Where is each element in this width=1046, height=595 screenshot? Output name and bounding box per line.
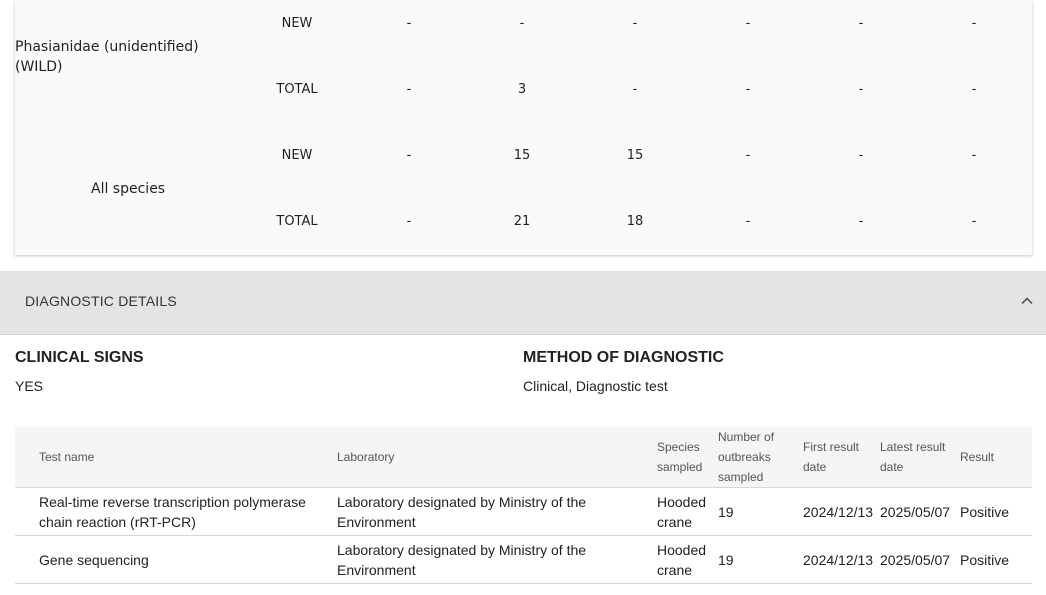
table-cell: 15 — [513, 148, 531, 163]
column-header-first-result-date: First result date — [801, 427, 878, 488]
table-header-row: Test name Laboratory Species sampled Num… — [15, 427, 1032, 488]
first-date-cell: 2024/12/13 — [801, 535, 878, 584]
result-cell: Positive — [958, 487, 1032, 536]
latest-date-cell: 2025/05/07 — [878, 535, 958, 584]
clinical-signs-value: YES — [15, 378, 44, 394]
table-cell: - — [406, 82, 412, 97]
table-cell: - — [971, 148, 977, 163]
row-label-total: TOTAL — [276, 214, 318, 229]
table-cell: 3 — [517, 82, 527, 97]
column-header-outbreaks-sampled: Number of outbreaks sampled — [716, 427, 801, 488]
row-label-total: TOTAL — [276, 82, 318, 97]
column-header-laboratory: Laboratory — [335, 427, 655, 488]
test-name-cell: Gene sequencing — [15, 535, 335, 584]
table-cell: - — [519, 16, 525, 31]
table-cell: - — [745, 82, 751, 97]
species-cell: Hooded crane — [655, 535, 716, 584]
clinical-signs-label: CLINICAL SIGNS — [15, 349, 144, 366]
table-cell: - — [632, 16, 638, 31]
test-name-cell: Real-time reverse transcription polymera… — [15, 487, 335, 536]
table-cell: - — [745, 16, 751, 31]
table-cell: - — [971, 214, 977, 229]
table-row: Real-time reverse transcription polymera… — [15, 487, 1032, 536]
column-header-test-name: Test name — [15, 427, 335, 488]
result-cell: Positive — [958, 535, 1032, 584]
species-name: All species — [91, 181, 166, 197]
table-cell: - — [745, 214, 751, 229]
table-row: Gene sequencing Laboratory designated by… — [15, 535, 1032, 584]
table-cell: 15 — [626, 148, 644, 163]
latest-date-cell: 2025/05/07 — [878, 487, 958, 536]
column-header-species-sampled: Species sampled — [655, 427, 716, 488]
species-name: Phasianidae (unidentified) (WILD) — [15, 39, 199, 75]
column-header-latest-result-date: Latest result date — [878, 427, 958, 488]
table-cell: - — [971, 16, 977, 31]
diagnostic-tests-table: Test name Laboratory Species sampled Num… — [15, 427, 1032, 584]
laboratory-cell: Laboratory designated by Ministry of the… — [335, 487, 655, 536]
method-value: Clinical, Diagnostic test — [523, 378, 668, 394]
table-cell: - — [858, 148, 864, 163]
table-cell: - — [632, 82, 638, 97]
table-cell: - — [406, 148, 412, 163]
table-cell: - — [406, 214, 412, 229]
row-label-new: NEW — [281, 148, 313, 163]
species-cell: Hooded crane — [655, 487, 716, 536]
laboratory-cell: Laboratory designated by Ministry of the… — [335, 535, 655, 584]
table-cell: - — [858, 82, 864, 97]
outbreaks-cell: 19 — [716, 487, 801, 536]
table-cell: - — [406, 16, 412, 31]
table-cell: 18 — [626, 214, 644, 229]
column-header-result: Result — [958, 427, 1032, 488]
row-label-new: NEW — [281, 16, 313, 31]
table-cell: - — [858, 214, 864, 229]
diagnostic-details-header[interactable]: DIAGNOSTIC DETAILS — [0, 271, 1046, 335]
section-title: DIAGNOSTIC DETAILS — [25, 293, 177, 309]
species-quantity-card: Phasianidae (unidentified) (WILD) NEW - … — [15, 0, 1032, 255]
method-label: METHOD OF DIAGNOSTIC — [523, 349, 724, 366]
table-cell: - — [745, 148, 751, 163]
first-date-cell: 2024/12/13 — [801, 487, 878, 536]
outbreaks-cell: 19 — [716, 535, 801, 584]
table-cell: - — [858, 16, 864, 31]
table-cell: - — [971, 82, 977, 97]
table-cell: 21 — [513, 214, 531, 229]
chevron-up-icon[interactable] — [1020, 293, 1034, 307]
